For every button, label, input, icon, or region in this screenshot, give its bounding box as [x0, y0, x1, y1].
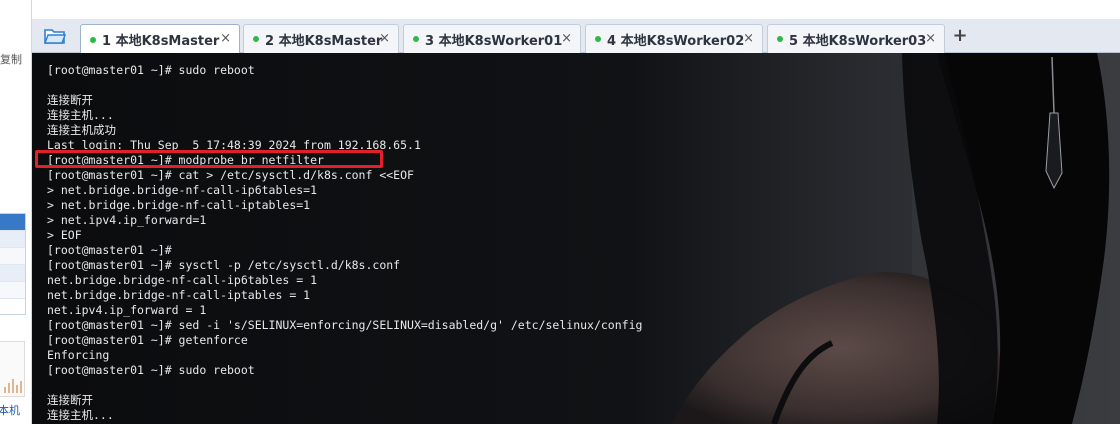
- terminal-line: [root@master01 ~]# sudo reboot: [47, 63, 255, 77]
- side-window-strip: 复制 本机: [0, 0, 32, 424]
- terminal-line: > net.bridge.bridge-nf-call-ip6tables=1: [47, 183, 318, 197]
- tab-label: 2 本地K8sMaster: [265, 33, 383, 49]
- session-tab-bar: 1 本地K8sMaster × 2 本地K8sMaster × 3 本地K8sW…: [32, 19, 1120, 54]
- list-item[interactable]: [0, 214, 25, 231]
- terminal-line: 连接断开: [47, 393, 93, 407]
- status-dot-icon: [413, 36, 419, 42]
- terminal-line: Enforcing: [47, 348, 110, 362]
- side-list[interactable]: [0, 213, 26, 315]
- highlight-annotation: [35, 150, 383, 168]
- terminal-line: [root@master01 ~]# cat > /etc/sysctl.d/k…: [47, 168, 414, 182]
- list-item[interactable]: [0, 248, 25, 265]
- tab-label: 4 本地K8sWorker02: [607, 33, 745, 49]
- tab-session-5[interactable]: 5 本地K8sWorker03 ×: [767, 24, 945, 53]
- host-label[interactable]: 本机: [0, 402, 20, 418]
- terminal-line: [root@master01 ~]# sudo reboot: [47, 363, 255, 377]
- terminal-line: 连接主机成功: [47, 123, 116, 137]
- tab-session-3[interactable]: 3 本地K8sWorker01 ×: [403, 24, 581, 53]
- tab-session-1[interactable]: 1 本地K8sMaster ×: [80, 24, 240, 54]
- status-dot-icon: [777, 36, 783, 42]
- list-item[interactable]: [0, 282, 25, 299]
- terminal-line: 连接断开: [47, 93, 93, 107]
- mini-chart: [0, 341, 25, 397]
- close-icon[interactable]: ×: [925, 31, 936, 46]
- tab-label: 1 本地K8sMaster: [102, 34, 220, 49]
- close-icon[interactable]: ×: [379, 31, 390, 46]
- list-item[interactable]: [0, 231, 25, 248]
- terminal-line: [root@master01 ~]# getenforce: [47, 333, 248, 347]
- terminal-line: net.ipv4.ip_forward = 1: [47, 303, 207, 317]
- tab-session-4[interactable]: 4 本地K8sWorker02 ×: [585, 24, 763, 53]
- terminal-line: net.bridge.bridge-nf-call-ip6tables = 1: [47, 273, 318, 287]
- terminal-pane[interactable]: [root@master01 ~]# sudo reboot 连接断开 连接主机..…: [32, 53, 1120, 424]
- close-icon[interactable]: ×: [220, 31, 231, 46]
- tab-label: 5 本地K8sWorker03: [789, 33, 927, 49]
- terminal-line: [root@master01 ~]# sysctl -p /etc/sysctl…: [47, 258, 401, 272]
- copy-label[interactable]: 复制: [0, 51, 22, 67]
- terminal-line: net.bridge.bridge-nf-call-iptables = 1: [47, 288, 311, 302]
- terminal-line: > net.ipv4.ip_forward=1: [47, 213, 207, 227]
- terminal-line: [root@master01 ~]# sed -i 's/SELINUX=enf…: [47, 318, 643, 332]
- tab-label: 3 本地K8sWorker01: [425, 33, 563, 49]
- status-dot-icon: [90, 36, 96, 43]
- terminal-line: > EOF: [47, 228, 82, 242]
- close-icon[interactable]: ×: [743, 31, 754, 46]
- folder-icon[interactable]: [42, 25, 68, 47]
- terminal-output[interactable]: [root@master01 ~]# sudo reboot 连接断开 连接主机..…: [47, 63, 947, 423]
- terminal-line: [root@master01 ~]#: [47, 243, 172, 257]
- terminal-line: > net.bridge.bridge-nf-call-iptables=1: [47, 198, 311, 212]
- list-item[interactable]: [0, 265, 25, 282]
- status-dot-icon: [253, 36, 259, 42]
- status-dot-icon: [595, 36, 601, 42]
- tab-session-2[interactable]: 2 本地K8sMaster ×: [243, 24, 399, 53]
- close-icon[interactable]: ×: [561, 31, 572, 46]
- terminal-line: 连接主机...: [47, 108, 114, 122]
- new-tab-button[interactable]: +: [950, 25, 970, 47]
- terminal-line: 连接主机...: [47, 408, 114, 422]
